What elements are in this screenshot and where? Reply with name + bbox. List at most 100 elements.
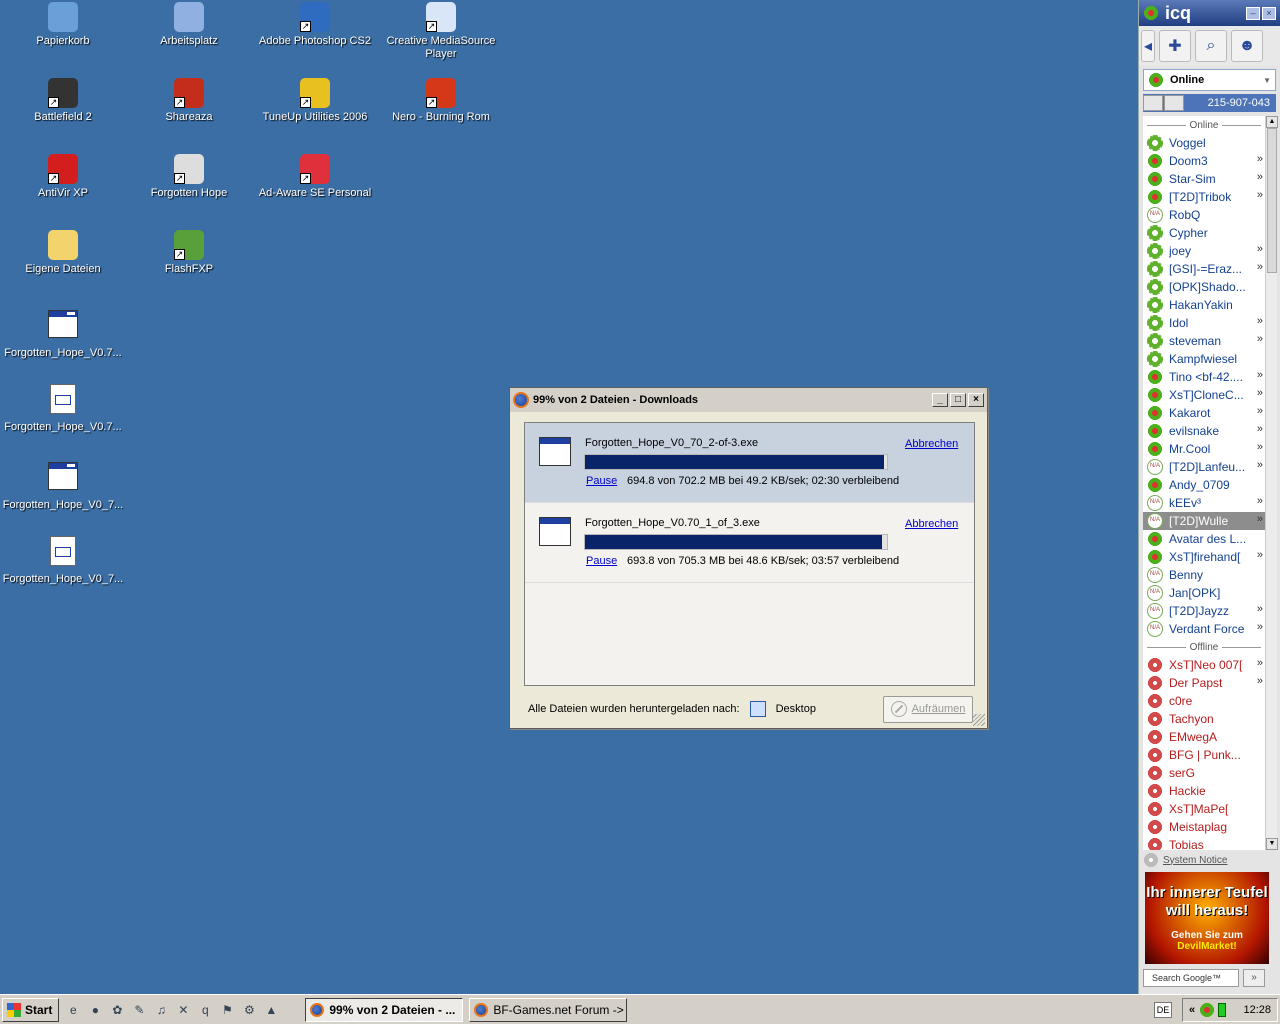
contact-item[interactable]: Tobias: [1143, 836, 1265, 850]
xfire-icon[interactable]: ✕: [175, 1002, 191, 1018]
contact-item[interactable]: Meistaplag: [1143, 818, 1265, 836]
contact-item[interactable]: [GSI]-=Eraz... »: [1143, 260, 1265, 278]
desktop-icon[interactable]: ↗ Creative MediaSource Player: [378, 2, 504, 61]
tab-groups[interactable]: [1164, 95, 1184, 111]
contact-item[interactable]: XsT]Neo 007[»: [1143, 656, 1265, 674]
contact-item[interactable]: N/A [T2D]Lanfeu... »: [1143, 458, 1265, 476]
desktop-icon[interactable]: ↗ FlashFXP: [126, 230, 252, 276]
contact-more-icon[interactable]: »: [1257, 549, 1263, 561]
minimize-button[interactable]: _: [932, 393, 948, 407]
icq-collapse-icon[interactable]: ◂: [1141, 30, 1155, 62]
pause-link[interactable]: Pause: [586, 555, 617, 567]
ie-icon[interactable]: e: [65, 1002, 81, 1018]
contact-item[interactable]: steveman »: [1143, 332, 1265, 350]
contact-more-icon[interactable]: »: [1257, 657, 1263, 669]
contact-item[interactable]: evilsnake »: [1143, 422, 1265, 440]
contact-item[interactable]: N/A [T2D]Wulle »: [1143, 512, 1265, 530]
contact-item[interactable]: N/A kEEv³ »: [1143, 494, 1265, 512]
add-contact-icon[interactable]: ✚: [1159, 30, 1191, 62]
search-quicklaunch-icon[interactable]: q: [197, 1002, 213, 1018]
battery-tray-icon[interactable]: [1218, 1002, 1227, 1017]
desktop-icon[interactable]: ↗ AntiVir XP: [0, 154, 126, 200]
group-offline[interactable]: Offline: [1143, 638, 1265, 656]
clock[interactable]: 12:28: [1243, 1004, 1271, 1016]
scroll-up-icon[interactable]: ▲: [1266, 116, 1278, 128]
icq-close-button[interactable]: ×: [1262, 6, 1276, 20]
contact-more-icon[interactable]: »: [1257, 423, 1263, 435]
contact-more-icon[interactable]: »: [1257, 603, 1263, 615]
contact-item[interactable]: serG: [1143, 764, 1265, 782]
contact-item[interactable]: [T2D]Tribok »: [1143, 188, 1265, 206]
contact-item[interactable]: Kakarot »: [1143, 404, 1265, 422]
start-button[interactable]: Start: [2, 997, 60, 1022]
headset-icon[interactable]: ♫: [153, 1002, 169, 1018]
contact-more-icon[interactable]: »: [1257, 171, 1263, 183]
desktop-icon[interactable]: Forgotten_Hope_V0.7...: [0, 382, 126, 434]
contact-more-icon[interactable]: »: [1257, 315, 1263, 327]
desktop-icon[interactable]: ↗ TuneUp Utilities 2006: [252, 78, 378, 124]
contact-item[interactable]: Idol »: [1143, 314, 1265, 332]
contact-item[interactable]: N/A RobQ: [1143, 206, 1265, 224]
contact-item[interactable]: Mr.Cool »: [1143, 440, 1265, 458]
contact-more-icon[interactable]: »: [1257, 405, 1263, 417]
desktop-icon[interactable]: ↗ Adobe Photoshop CS2: [252, 2, 378, 48]
maximize-button[interactable]: □: [950, 393, 966, 407]
scroll-down-icon[interactable]: ▼: [1266, 838, 1278, 850]
desktop-icon[interactable]: Forgotten_Hope_V0.7...: [0, 306, 126, 360]
desktop-icon[interactable]: Forgotten_Hope_V0_7...: [0, 534, 126, 586]
contact-item[interactable]: Kampfwiesel: [1143, 350, 1265, 368]
contact-item[interactable]: N/A Jan[OPK]: [1143, 584, 1265, 602]
cancel-link[interactable]: Abbrechen: [905, 438, 958, 450]
taskbar-button[interactable]: 99% von 2 Dateien - ...: [305, 997, 464, 1022]
language-indicator[interactable]: DE: [1154, 1001, 1172, 1018]
scroll-thumb[interactable]: [1267, 128, 1277, 273]
contact-item[interactable]: [OPK]Shado...: [1143, 278, 1265, 296]
search-go-button[interactable]: »: [1243, 969, 1265, 987]
desktop-icon[interactable]: ↗ Shareaza: [126, 78, 252, 124]
firefox-quicklaunch-icon[interactable]: ●: [87, 1002, 103, 1018]
contact-item[interactable]: BFG | Punk...: [1143, 746, 1265, 764]
desktop-icon[interactable]: ↗ Nero - Burning Rom: [378, 78, 504, 124]
desktop-icon[interactable]: Forgotten_Hope_V0_7...: [0, 458, 126, 512]
contact-item[interactable]: Star-Sim »: [1143, 170, 1265, 188]
system-notice[interactable]: System Notice: [1143, 852, 1275, 868]
contact-more-icon[interactable]: »: [1257, 441, 1263, 453]
desktop-icon[interactable]: Papierkorb: [0, 2, 126, 48]
contact-more-icon[interactable]: »: [1257, 387, 1263, 399]
download-item[interactable]: Forgotten_Hope_V0_70_2-of-3.exe Pause 694.…: [525, 423, 974, 503]
cleanup-button[interactable]: Aufräumen: [883, 695, 973, 723]
download-item[interactable]: Forgotten_Hope_V0.70_1_of_3.exe Pause 693.…: [525, 503, 974, 583]
contact-item[interactable]: c0re: [1143, 692, 1265, 710]
triangle-app-icon[interactable]: ▲: [263, 1002, 279, 1018]
desktop-icon[interactable]: ↗ Ad-Aware SE Personal: [252, 154, 378, 200]
desktop-icon[interactable]: Arbeitsplatz: [126, 2, 252, 48]
icq-titlebar[interactable]: icq – ×: [1139, 0, 1280, 26]
icq-quicklaunch-icon[interactable]: ✿: [109, 1002, 125, 1018]
tab-contacts[interactable]: [1143, 95, 1163, 111]
close-button[interactable]: ×: [968, 393, 984, 407]
desktop-icon[interactable]: Eigene Dateien: [0, 230, 126, 276]
contact-item[interactable]: N/A Verdant Force »: [1143, 620, 1265, 638]
tray-expand-button[interactable]: «: [1189, 1004, 1195, 1016]
google-search-field[interactable]: Search Google™: [1143, 969, 1239, 987]
contact-more-icon[interactable]: »: [1257, 333, 1263, 345]
group-online[interactable]: Online: [1143, 116, 1265, 134]
desktop-icon[interactable]: ↗ Battlefield 2: [0, 78, 126, 124]
flashfxp-quicklaunch-icon[interactable]: ⚑: [219, 1002, 235, 1018]
icq-tray-icon[interactable]: [1199, 1001, 1216, 1018]
contact-more-icon[interactable]: »: [1257, 459, 1263, 471]
find-user-icon[interactable]: ⌕: [1195, 30, 1227, 62]
tuneup-quicklaunch-icon[interactable]: ✎: [131, 1002, 147, 1018]
contact-more-icon[interactable]: »: [1257, 513, 1263, 525]
contact-item[interactable]: joey »: [1143, 242, 1265, 260]
contact-item[interactable]: XsT]MaPe[: [1143, 800, 1265, 818]
contact-item[interactable]: Hackie: [1143, 782, 1265, 800]
advertisement-banner[interactable]: Ihr innerer Teufel will heraus! Gehen Si…: [1145, 872, 1269, 964]
contact-more-icon[interactable]: »: [1257, 621, 1263, 633]
contact-item[interactable]: Voggel: [1143, 134, 1265, 152]
contact-item[interactable]: Avatar des L...: [1143, 530, 1265, 548]
desktop-folder-icon[interactable]: [749, 701, 766, 717]
contact-item[interactable]: Andy_0709: [1143, 476, 1265, 494]
contact-scrollbar[interactable]: ▲ ▼: [1265, 116, 1278, 850]
taskbar-button[interactable]: BF-Games.net Forum -> ...: [469, 997, 628, 1022]
